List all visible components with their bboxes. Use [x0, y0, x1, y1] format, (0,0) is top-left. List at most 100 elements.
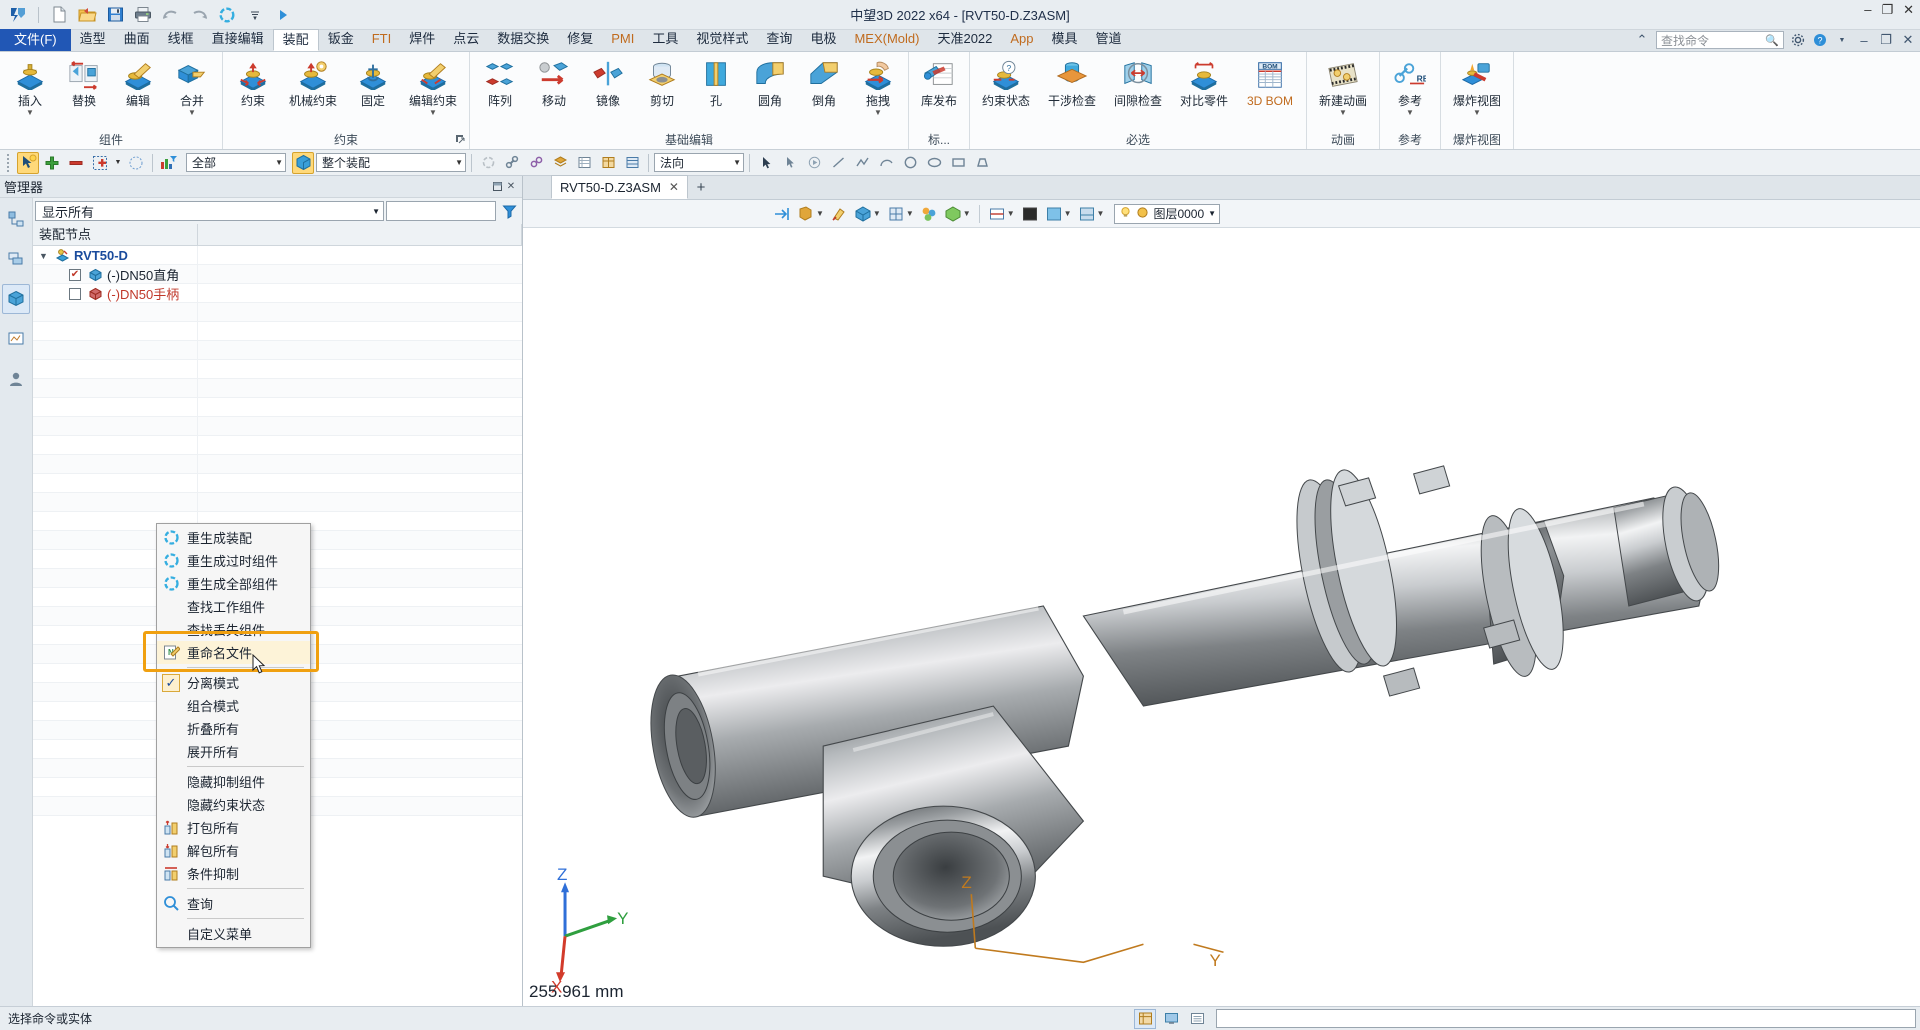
context-menu-item-7[interactable]: ✓ 分离模式: [157, 671, 310, 694]
chevron-down-icon[interactable]: ▼: [815, 209, 824, 218]
play-point-icon[interactable]: [803, 152, 825, 174]
chevron-down-icon[interactable]: ▼: [1406, 109, 1414, 117]
ribbon-button-edit-constraint[interactable]: 编辑约束 ▼: [400, 56, 466, 117]
chevron-down-icon[interactable]: ▼: [26, 109, 34, 117]
region-dropdown-icon[interactable]: ▼: [113, 152, 123, 174]
ribbon-button-replace-component[interactable]: 替换: [57, 56, 111, 117]
chevron-down-icon[interactable]: ▼: [874, 109, 882, 117]
tree-node-checkbox[interactable]: ✔: [69, 268, 81, 281]
layer-combo[interactable]: 图层0000 ▼: [1114, 203, 1221, 224]
context-menu-item-1[interactable]: 重生成过时组件: [157, 549, 310, 572]
gear-icon[interactable]: [1790, 32, 1806, 48]
close-icon[interactable]: ✕: [669, 180, 679, 194]
ribbon-tab-11[interactable]: 修复: [558, 29, 602, 51]
chevron-down-icon[interactable]: ▼: [1339, 109, 1347, 117]
context-menu-item-20[interactable]: 自定义菜单: [157, 922, 310, 945]
ribbon-button-fillet[interactable]: 圆角: [743, 56, 797, 117]
arc-icon[interactable]: [875, 152, 897, 174]
context-menu-item-3[interactable]: 查找工作组件: [157, 595, 310, 618]
ribbon-button-fix[interactable]: 固定: [346, 56, 400, 117]
rect-icon[interactable]: [947, 152, 969, 174]
print-icon[interactable]: [131, 3, 155, 27]
fit-view-icon[interactable]: [771, 203, 793, 225]
list-icon[interactable]: [573, 152, 595, 174]
tree-node[interactable]: ✔ (-)DN50直角: [33, 265, 179, 284]
ribbon-button-trim[interactable]: 剪切: [635, 56, 689, 117]
grid-icon[interactable]: [597, 152, 619, 174]
add-document-tab-button[interactable]: +: [688, 175, 714, 199]
ribbon-tab-2[interactable]: 曲面: [115, 29, 159, 51]
ribbon-tab-5[interactable]: 装配: [272, 29, 319, 51]
chevron-down-icon[interactable]: ▼: [39, 251, 53, 261]
context-menu-item-13[interactable]: 隐藏约束状态: [157, 793, 310, 816]
rail-views-icon[interactable]: [2, 324, 30, 354]
assembly-scope-combo[interactable]: 整个装配 ▼: [316, 153, 466, 172]
ribbon-button-edit-component[interactable]: 编辑: [111, 56, 165, 117]
ribbon-button-hole[interactable]: 孔: [689, 56, 743, 117]
status-monitor-icon[interactable]: [1160, 1009, 1182, 1029]
ribbon-tab-3[interactable]: 线框: [159, 29, 203, 51]
ribbon-button-library-publish[interactable]: 库发布: [912, 56, 966, 117]
layer-icon[interactable]: [549, 152, 571, 174]
refresh-icon[interactable]: [477, 152, 499, 174]
command-search-input[interactable]: 查找命令: [1661, 32, 1709, 49]
ribbon-button-reference[interactable]: REF 参考▼: [1383, 56, 1437, 117]
ribbon-tab-20[interactable]: 模具: [1043, 29, 1087, 51]
zoom-icon[interactable]: ▼: [795, 203, 826, 225]
layer-color-icon[interactable]: [1136, 206, 1149, 222]
context-menu-item-9[interactable]: 折叠所有: [157, 717, 310, 740]
pan-icon[interactable]: [828, 203, 850, 225]
smart-select-icon[interactable]: [17, 151, 39, 174]
window-restore-top[interactable]: ❐: [1881, 3, 1893, 16]
status-grid-icon[interactable]: [1134, 1008, 1156, 1029]
chevron-down-icon[interactable]: ▼: [1063, 209, 1072, 218]
open-file-icon[interactable]: [75, 3, 99, 27]
rail-layers-icon[interactable]: [2, 244, 30, 274]
circle-icon[interactable]: [899, 152, 921, 174]
add-component-icon[interactable]: [41, 152, 63, 174]
assembly-context-menu[interactable]: 重生成装配 重生成过时组件 重生成全部组件 查找工作组件 查找丢失组件 N 重命名文件 ✓ 分离…: [156, 523, 311, 948]
context-menu-item-16[interactable]: 条件抑制: [157, 862, 310, 885]
status-list-icon[interactable]: [1186, 1009, 1208, 1029]
ribbon-button-mechanical-constraint[interactable]: 机械约束: [280, 56, 346, 117]
selection-filter-combo[interactable]: 全部 ▼: [186, 153, 286, 172]
tree-node[interactable]: ▼ RVT50-D: [33, 246, 128, 265]
chevron-down-icon[interactable]: ▼: [372, 207, 380, 216]
window-close[interactable]: ✕: [1900, 32, 1916, 48]
ribbon-tab-15[interactable]: 查询: [757, 29, 801, 51]
table-icon[interactable]: [621, 152, 643, 174]
new-file-icon[interactable]: [47, 3, 71, 27]
toolbar-grip[interactable]: [7, 153, 12, 172]
context-menu-item-2[interactable]: 重生成全部组件: [157, 572, 310, 595]
chevron-down-icon[interactable]: ▼: [1096, 209, 1105, 218]
ribbon-tab-8[interactable]: 焊件: [400, 29, 444, 51]
ribbon-button-constraint-status[interactable]: ? 约束状态: [973, 56, 1039, 117]
command-search-box[interactable]: 查找命令 🔍: [1656, 31, 1784, 49]
collapse-ribbon-icon[interactable]: ⌃: [1634, 32, 1650, 48]
ribbon-tab-9[interactable]: 点云: [444, 29, 488, 51]
direction-combo[interactable]: 法向 ▼: [654, 153, 744, 172]
chevron-down-icon[interactable]: ▼: [905, 209, 914, 218]
ribbon-button-bom[interactable]: BOM 3D BOM: [1237, 56, 1303, 117]
ribbon-button-drag[interactable]: 拖拽 ▼: [851, 56, 905, 117]
chevron-down-icon[interactable]: ▼: [962, 209, 971, 218]
chevron-down-icon[interactable]: ▼: [449, 158, 463, 167]
chevron-down-icon[interactable]: ▼: [429, 109, 437, 117]
dialog-launcher-icon[interactable]: [454, 134, 466, 146]
section-icon[interactable]: ▼: [986, 203, 1017, 225]
ribbon-tab-4[interactable]: 直接编辑: [203, 29, 273, 51]
rail-user-icon[interactable]: [2, 364, 30, 394]
ribbon-tab-0[interactable]: 文件(F): [0, 29, 71, 51]
display-filter-combo[interactable]: 显示所有 ▼: [35, 201, 384, 221]
ribbon-tab-16[interactable]: 电极: [801, 29, 845, 51]
unlink-icon[interactable]: [525, 152, 547, 174]
ribbon-tab-1[interactable]: 造型: [71, 29, 115, 51]
tree-node-checkbox[interactable]: [69, 287, 81, 300]
search-icon[interactable]: 🔍: [1765, 34, 1779, 47]
window-close-top[interactable]: ✕: [1903, 3, 1914, 16]
polyline-icon[interactable]: [851, 152, 873, 174]
add-region-icon[interactable]: [89, 152, 111, 174]
ribbon-tab-14[interactable]: 视觉样式: [687, 29, 757, 51]
model-canvas[interactable]: Z Y X Z Y 255.961 mm: [523, 228, 1920, 1006]
ribbon-button-new-animation[interactable]: 新建动画 ▼: [1310, 56, 1376, 117]
